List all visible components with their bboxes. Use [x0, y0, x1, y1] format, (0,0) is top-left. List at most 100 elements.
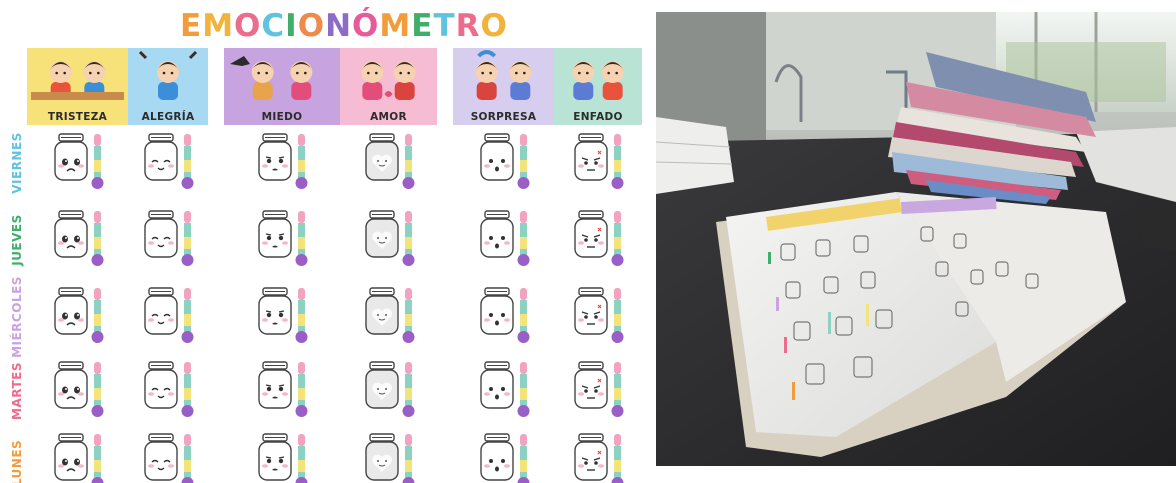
emotion-jar-cell[interactable]	[140, 284, 210, 346]
emotion-label: AMOR	[370, 111, 407, 123]
classroom-photo	[656, 12, 1176, 466]
jar-surprise-icon	[479, 287, 529, 343]
day-label-3: MARTES	[4, 356, 30, 426]
emotion-header-amor: AMOR	[340, 48, 437, 125]
emotion-jar-cell[interactable]	[50, 207, 120, 269]
day-label-text: VIERNES	[10, 132, 25, 194]
jar-happy-icon	[144, 133, 194, 189]
emotion-jar-cell[interactable]	[254, 284, 324, 346]
jar-surprise-icon	[479, 433, 529, 483]
jar-angry-icon	[574, 361, 624, 417]
day-label-2: MIÉRCOLES	[4, 276, 30, 358]
emotion-header-miedo: MIEDO	[224, 48, 340, 125]
jar-sad-icon	[53, 361, 103, 417]
jar-angry-icon	[574, 210, 624, 266]
title-letter: O	[234, 8, 262, 44]
day-label-text: MIÉRCOLES	[10, 276, 24, 358]
jar-angry-icon	[574, 433, 624, 483]
title-letter: R	[455, 8, 481, 44]
surprised-kids-icon	[475, 50, 532, 100]
day-label-4: LUNES	[4, 428, 30, 483]
jar-love-icon	[364, 133, 414, 189]
emotion-jar-cell[interactable]	[140, 130, 210, 192]
emotion-jar-cell[interactable]	[570, 430, 640, 483]
emotion-header-sorpresa: SORPRESA	[453, 48, 554, 125]
emotion-jar-cell[interactable]	[50, 130, 120, 192]
title-letter: O	[297, 8, 326, 44]
jar-surprise-icon	[479, 133, 529, 189]
jar-love-icon	[364, 210, 414, 266]
emotion-jar-cell[interactable]	[140, 430, 210, 483]
emotion-jar-cell[interactable]	[50, 358, 120, 420]
hugging-family-icon	[361, 61, 416, 100]
emotion-jar-cell[interactable]	[50, 430, 120, 483]
day-label-text: MARTES	[10, 362, 24, 420]
jar-angry-icon	[574, 287, 624, 343]
emotion-label: TRISTEZA	[47, 111, 108, 123]
jar-love-icon	[364, 361, 414, 417]
title-letter: M	[379, 8, 412, 44]
title-letter: C	[261, 8, 286, 44]
jar-happy-icon	[144, 433, 194, 483]
emotion-jar-cell[interactable]	[361, 358, 431, 420]
open-notebook-on-desk-photo	[656, 12, 1176, 466]
jar-fear-icon	[258, 210, 308, 266]
emotion-jar-cell[interactable]	[140, 358, 210, 420]
emotion-jar-cell[interactable]	[361, 207, 431, 269]
sad-kids-icon	[31, 61, 124, 100]
title-letter: O	[480, 8, 508, 44]
emotion-jar-cell[interactable]	[254, 130, 324, 192]
emotion-jar-cell[interactable]	[476, 207, 546, 269]
title-letter: E	[411, 8, 434, 44]
emotion-jar-cell[interactable]	[570, 358, 640, 420]
jar-sad-icon	[53, 210, 103, 266]
angry-kids-icon	[572, 61, 624, 100]
title-letter: M	[202, 8, 235, 44]
emotion-jar-cell[interactable]	[140, 207, 210, 269]
emotion-jar-cell[interactable]	[570, 284, 640, 346]
emotion-label: ENFADO	[573, 111, 623, 123]
jar-happy-icon	[144, 361, 194, 417]
happy-kid-icon	[138, 50, 198, 100]
day-label-text: JUEVES	[10, 214, 25, 266]
jar-surprise-icon	[479, 210, 529, 266]
emotion-jar-cell[interactable]	[361, 430, 431, 483]
jar-sad-icon	[53, 287, 103, 343]
jar-angry-icon	[574, 133, 624, 189]
emotion-header-tristeza: TRISTEZA	[27, 48, 128, 125]
emotion-jar-cell[interactable]	[476, 430, 546, 483]
title-letter: E	[180, 8, 203, 44]
emotion-jar-cell[interactable]	[476, 358, 546, 420]
jar-sad-icon	[53, 133, 103, 189]
emotion-jar-cell[interactable]	[476, 284, 546, 346]
jar-surprise-icon	[479, 361, 529, 417]
emotion-jar-cell[interactable]	[50, 284, 120, 346]
emotion-label: ALEGRÍA	[141, 111, 195, 123]
jar-sad-icon	[53, 433, 103, 483]
jar-love-icon	[364, 287, 414, 343]
emotion-jar-cell[interactable]	[361, 284, 431, 346]
emotion-jar-cell[interactable]	[254, 207, 324, 269]
jar-love-icon	[364, 433, 414, 483]
emotion-label: MIEDO	[261, 111, 303, 123]
scared-kids-icon	[230, 56, 313, 100]
jar-fear-icon	[258, 133, 308, 189]
day-label-text: LUNES	[10, 439, 25, 483]
title-letter: Ó	[352, 8, 380, 44]
emotion-jar-cell[interactable]	[570, 130, 640, 192]
day-label-0: VIERNES	[4, 128, 30, 198]
sheet-title: EMOCIONÓMETRO	[180, 6, 508, 46]
emotion-jar-cell[interactable]	[476, 130, 546, 192]
jar-fear-icon	[258, 287, 308, 343]
jar-fear-icon	[258, 433, 308, 483]
title-letter: N	[325, 8, 353, 44]
emotion-jar-cell[interactable]	[570, 207, 640, 269]
day-label-1: JUEVES	[4, 205, 30, 275]
emotion-jar-cell[interactable]	[361, 130, 431, 192]
emotion-header-enfado: ENFADO	[554, 48, 642, 125]
jar-fear-icon	[258, 361, 308, 417]
title-letter: I	[285, 8, 298, 44]
jar-happy-icon	[144, 210, 194, 266]
emotion-jar-cell[interactable]	[254, 430, 324, 483]
emotion-jar-cell[interactable]	[254, 358, 324, 420]
